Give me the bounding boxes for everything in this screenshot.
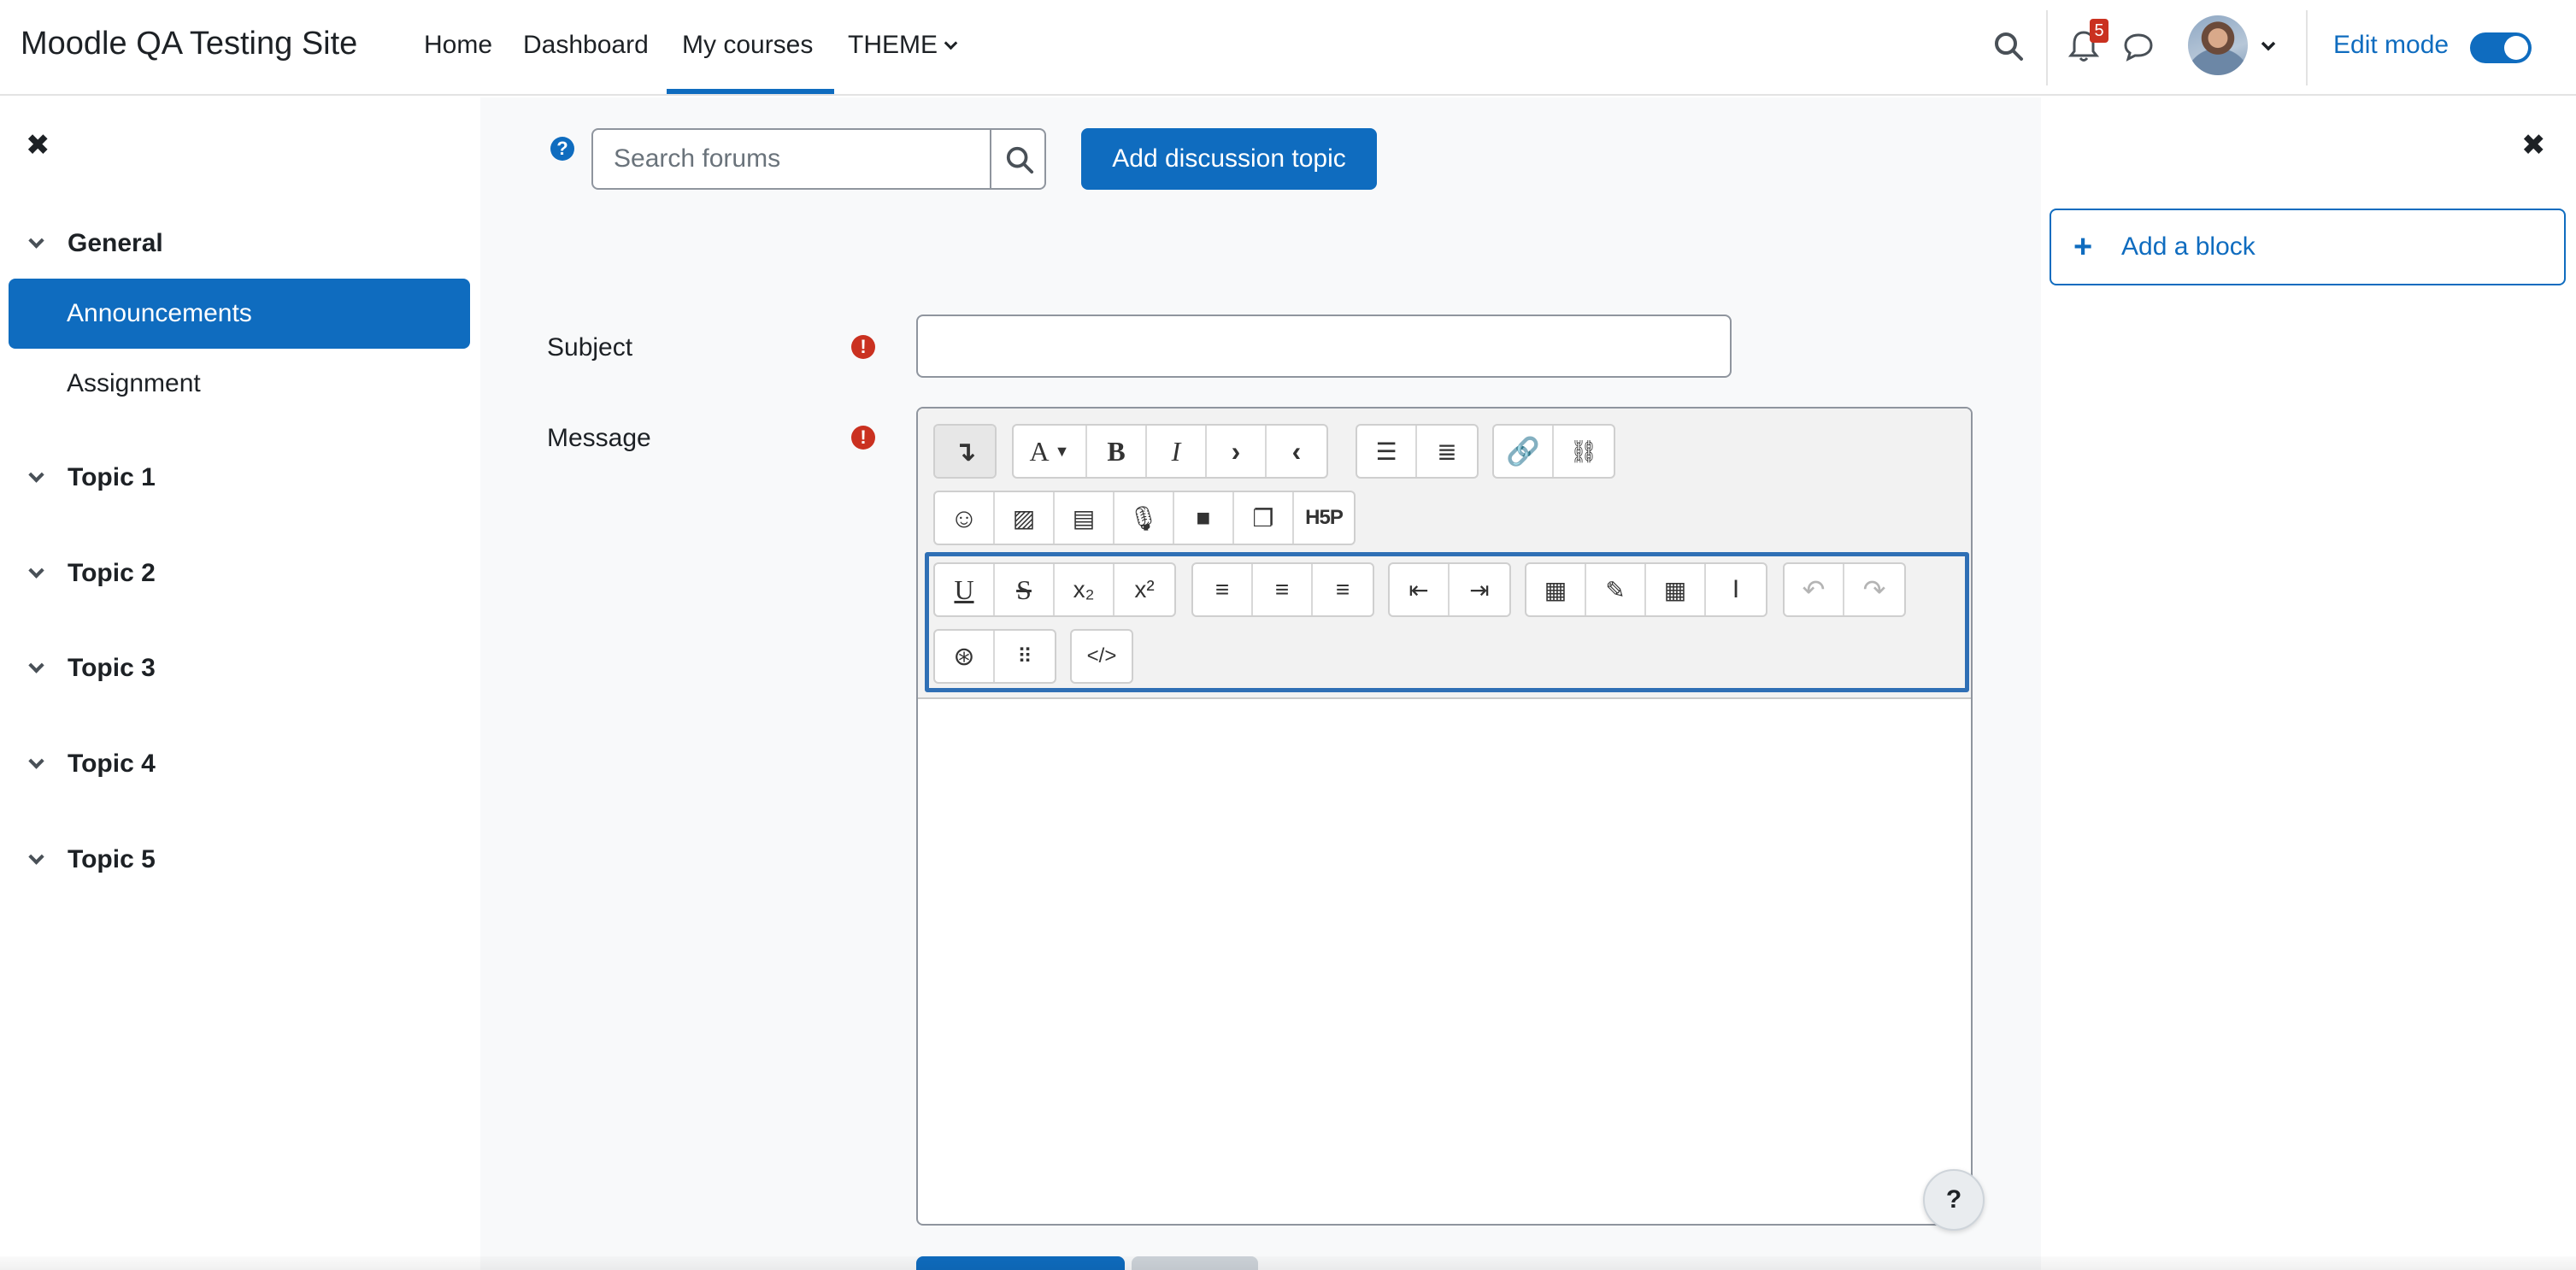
toolbar-group-collapse: ↴ [933,424,997,479]
section-topic-5-label: Topic 5 [68,845,156,873]
required-icon: ! [851,426,875,450]
message-bubble-icon[interactable] [2123,32,2154,62]
copy-icon[interactable]: ❐ [1234,492,1294,544]
chevron-down-icon[interactable] [28,849,44,865]
chevron-down-icon[interactable] [28,467,44,483]
nav-active-indicator [667,89,834,94]
unordered-list-icon[interactable]: ☰ [1357,426,1417,477]
chevron-down-icon[interactable] [28,657,44,673]
media-icon[interactable]: ▤ [1055,492,1115,544]
section-topic-1-label: Topic 1 [68,463,156,491]
user-avatar[interactable] [2188,15,2248,75]
subject-input[interactable] [916,315,1732,378]
toggle-knob [2504,36,2528,60]
close-course-index-icon[interactable]: ✖ [26,128,50,162]
edit-mode-toggle[interactable] [2470,32,2532,63]
section-topic-3[interactable]: Topic 3 [27,654,156,683]
edit-mode-label[interactable]: Edit mode [2333,31,2449,60]
search-help-icon[interactable]: ? [550,137,574,161]
message-content-area[interactable] [918,701,1971,1224]
h5p-icon[interactable]: H5P [1294,492,1354,544]
required-icon: ! [851,335,875,359]
message-label: Message [547,424,651,452]
activity-announcements[interactable]: Announcements [9,279,470,349]
search-icon [1006,146,1034,174]
unlink-icon[interactable]: ⛓ [1554,426,1614,477]
nav-home[interactable]: Home [424,31,492,60]
chevron-down-icon[interactable] [28,562,44,579]
video-icon[interactable]: ■ [1174,492,1234,544]
nav-theme-menu[interactable]: THEME [848,31,958,60]
toolbar-group-links: 🔗 ⛓ [1492,424,1615,479]
chevron-down-icon[interactable] [28,753,44,769]
site-name[interactable]: Moodle QA Testing Site [21,26,357,62]
bold-icon[interactable]: B [1087,426,1147,477]
section-topic-4-label: Topic 4 [68,750,156,778]
top-navbar: Moodle QA Testing Site Home Dashboard My… [0,0,2576,96]
add-block-button[interactable]: + Add a block [2050,209,2566,285]
section-topic-2-label: Topic 2 [68,559,156,587]
chevron-down-icon[interactable] [28,232,44,249]
editor-help-button[interactable]: ? [1923,1169,1985,1231]
navbar-divider [2306,10,2308,85]
navbar-divider [2046,10,2048,85]
link-icon[interactable]: 🔗 [1494,426,1554,477]
collapse-icon[interactable]: ↴ [935,426,995,477]
ordered-list-icon[interactable]: ≣ [1417,426,1477,477]
nav-dashboard[interactable]: Dashboard [523,31,649,60]
emoji-icon[interactable]: ☺ [935,492,995,544]
add-discussion-topic-button[interactable]: Add discussion topic [1081,128,1377,190]
section-general-label: General [68,229,163,257]
font-style-icon[interactable]: A ▼ [1014,426,1087,477]
toolbar-group-style: A ▼ B I › ‹ [1012,424,1328,479]
toolbar-focus-outline [925,552,1969,692]
toolbar-group-insert: ☺ ▨ ▤ 🎙 ■ ❐ H5P [933,491,1356,545]
activity-assignment[interactable]: Assignment [9,349,470,419]
toolbar-group-lists: ☰ ≣ [1356,424,1479,479]
footer-shadow [0,1256,2576,1270]
add-block-label: Add a block [2121,232,2255,261]
user-menu-chevron-icon[interactable] [2260,39,2277,53]
course-index-drawer [0,97,480,1270]
plus-icon: + [2073,229,2093,265]
ltr-icon[interactable]: › [1207,426,1267,477]
nav-theme-label: THEME [848,31,938,59]
section-topic-5[interactable]: Topic 5 [27,845,156,874]
nav-my-courses[interactable]: My courses [682,31,813,60]
microphone-icon[interactable]: 🎙 [1115,492,1174,544]
section-general[interactable]: General [27,229,163,258]
section-topic-4[interactable]: Topic 4 [27,750,156,779]
chevron-down-icon [944,36,958,50]
message-editor: ↴ A ▼ B I › ‹ ☰ ≣ 🔗 ⛓ ☺ ▨ ▤ 🎙 ■ ❐ H5P U … [916,407,1973,1226]
rtl-icon[interactable]: ‹ [1267,426,1326,477]
search-forums-input[interactable] [591,128,991,190]
notification-count-badge: 5 [2090,19,2108,43]
section-topic-3-label: Topic 3 [68,654,156,682]
search-forums-button[interactable] [990,128,1046,190]
section-topic-1[interactable]: Topic 1 [27,463,156,492]
search-icon[interactable] [1993,31,2024,62]
section-topic-2[interactable]: Topic 2 [27,559,156,588]
editor-toolbar: ↴ A ▼ B I › ‹ ☰ ≣ 🔗 ⛓ ☺ ▨ ▤ 🎙 ■ ❐ H5P U … [918,409,1971,699]
close-block-drawer-icon[interactable]: ✖ [2521,128,2546,162]
subject-label: Subject [547,333,633,362]
italic-icon[interactable]: I [1147,426,1207,477]
image-icon[interactable]: ▨ [995,492,1055,544]
